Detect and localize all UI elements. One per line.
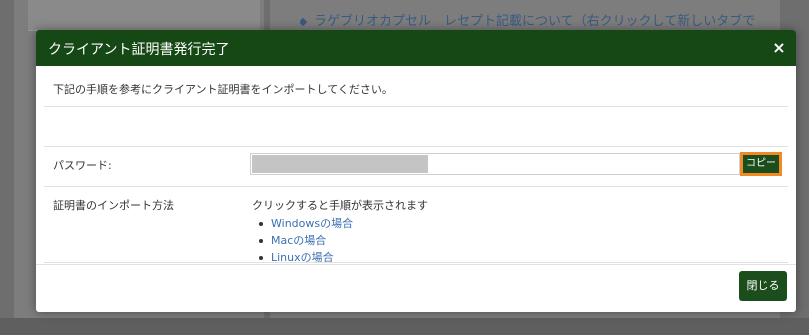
background-left-box <box>28 0 260 31</box>
password-label: パスワード: <box>53 159 112 172</box>
close-icon[interactable]: × <box>770 39 788 57</box>
copy-button[interactable]: コピー <box>740 152 782 176</box>
divider <box>44 106 788 107</box>
list-item: Windowsの場合 <box>252 215 353 232</box>
background-link: ラゲブリオカプセル レセプト記載について（右クリックして新しいタブで <box>300 10 770 29</box>
import-os-list: Windowsの場合 Macの場合 Linuxの場合 <box>252 215 353 266</box>
bullet-icon <box>259 256 263 260</box>
close-button[interactable]: 閉じる <box>739 271 787 301</box>
bullet-icon <box>259 222 263 226</box>
divider <box>44 146 788 147</box>
background-link-text: ラゲブリオカプセル レセプト記載について（右クリックして新しいタブで <box>314 14 756 29</box>
diamond-bullet-icon <box>300 17 308 26</box>
divider <box>44 262 788 263</box>
instruction-text: 下記の手順を参考にクライアント証明書をインポートしてください。 <box>53 83 393 96</box>
import-hint-text: クリックすると手順が表示されます <box>252 199 428 212</box>
certificate-issued-modal: クライアント証明書発行完了 × 下記の手順を参考にクライアント証明書をインポート… <box>36 30 796 312</box>
import-method-label: 証明書のインポート方法 <box>53 199 174 212</box>
divider <box>44 186 788 187</box>
list-item: Macの場合 <box>252 232 353 249</box>
footer-divider <box>36 264 796 265</box>
windows-instructions-link[interactable]: Windowsの場合 <box>271 217 353 230</box>
background-footer <box>0 318 809 335</box>
mac-instructions-link[interactable]: Macの場合 <box>271 234 326 247</box>
bullet-icon <box>259 239 263 243</box>
modal-header: クライアント証明書発行完了 × <box>36 30 796 66</box>
modal-title: クライアント証明書発行完了 <box>48 42 230 58</box>
password-masked-value <box>252 155 428 173</box>
